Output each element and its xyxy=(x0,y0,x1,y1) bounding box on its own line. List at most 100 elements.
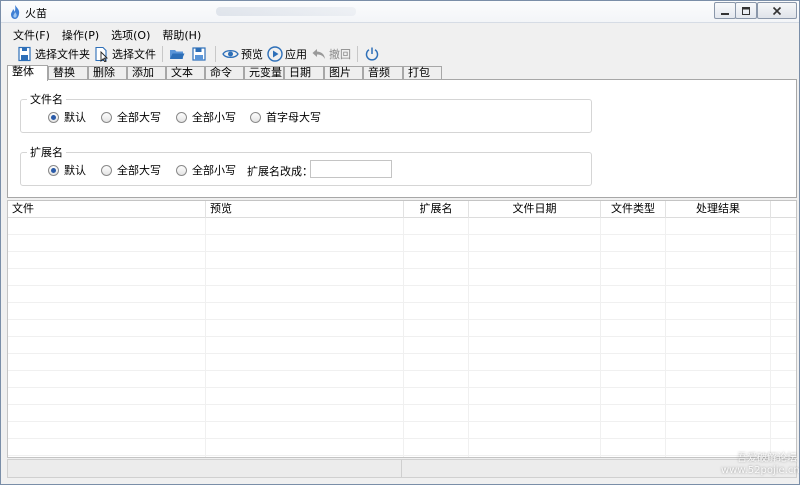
column-header-result[interactable]: 处理结果 xyxy=(666,201,771,218)
power-button[interactable] xyxy=(362,44,384,64)
extension-change-label: 扩展名改成： xyxy=(247,165,313,178)
radio-icon xyxy=(250,111,261,123)
toolbar: 选择文件夹 选择文件 预览 应用 撤回 xyxy=(1,43,799,65)
open-folder-icon xyxy=(170,50,185,59)
column-header-preview[interactable]: 预览 xyxy=(206,201,404,218)
maximize-button[interactable] xyxy=(735,2,757,19)
radio-label: 全部大写 xyxy=(117,164,161,177)
grid-header: 文件 预览 扩展名 文件日期 文件类型 处理结果 xyxy=(8,201,796,218)
save-button[interactable] xyxy=(189,44,211,64)
radio-label: 默认 xyxy=(64,111,86,124)
apply-label: 应用 xyxy=(285,48,307,61)
minimize-icon xyxy=(721,12,729,15)
radio-label: 默认 xyxy=(64,164,86,177)
undo-icon xyxy=(312,49,325,59)
status-segment-left xyxy=(8,460,402,477)
tab-panel-overall: 文件名 默认 全部大写 全部小写 首字母大写 扩展名 默认 全部大写 全部小写 … xyxy=(7,79,797,198)
status-bar xyxy=(7,459,797,478)
select-file-button[interactable]: 选择文件 xyxy=(92,44,158,64)
filename-case-group: 文件名 默认 全部大写 全部小写 首字母大写 xyxy=(20,91,592,133)
preview-button[interactable]: 预览 xyxy=(220,44,265,64)
extension-group-label: 扩展名 xyxy=(27,144,66,160)
save-icon xyxy=(192,47,206,61)
play-icon xyxy=(267,46,283,62)
menu-operation[interactable]: 操作(P) xyxy=(56,25,105,43)
preview-label: 预览 xyxy=(241,48,263,61)
power-icon xyxy=(365,47,379,61)
floppy-folder-icon xyxy=(18,46,31,62)
watermark-line: 吾爱破解论坛 xyxy=(737,453,797,464)
tab-meta-variable[interactable]: 元变量 xyxy=(244,66,284,80)
filename-lowercase-radio[interactable]: 全部小写 xyxy=(176,109,236,125)
column-header-file-type[interactable]: 文件类型 xyxy=(601,201,666,218)
radio-label: 全部大写 xyxy=(117,111,161,124)
main-window: 火苗 文件(F) 操作(P) 选项(O) 帮助(H) 选择文件夹 选择文件 预览… xyxy=(0,0,800,485)
grid-column-divider xyxy=(665,218,666,457)
radio-label: 首字母大写 xyxy=(266,111,321,124)
undo-button[interactable]: 撤回 xyxy=(309,44,353,64)
tab-command[interactable]: 命令 xyxy=(205,66,244,80)
toolbar-separator xyxy=(215,46,216,62)
radio-selected-icon xyxy=(48,164,59,176)
menu-help[interactable]: 帮助(H) xyxy=(156,25,207,43)
select-folder-button[interactable]: 选择文件夹 xyxy=(15,44,92,64)
menu-options[interactable]: 选项(O) xyxy=(105,25,156,43)
tab-pack[interactable]: 打包 xyxy=(403,66,442,80)
radio-label: 全部小写 xyxy=(192,111,236,124)
radio-selected-icon xyxy=(48,111,59,123)
extension-default-radio[interactable]: 默认 xyxy=(48,162,86,178)
column-header-file[interactable]: 文件 xyxy=(8,201,206,218)
title-bar: 火苗 xyxy=(1,1,799,23)
grid-column-divider xyxy=(770,218,771,457)
menu-file[interactable]: 文件(F) xyxy=(7,25,56,43)
select-file-label: 选择文件 xyxy=(112,48,156,61)
toolbar-separator xyxy=(162,46,163,62)
tab-delete[interactable]: 删除 xyxy=(88,66,127,80)
maximize-icon xyxy=(742,6,750,15)
grid-column-divider xyxy=(600,218,601,457)
toolbar-separator xyxy=(357,46,358,62)
tab-overall[interactable]: 整体 xyxy=(7,65,48,81)
radio-icon xyxy=(176,111,187,123)
extension-lowercase-radio[interactable]: 全部小写 xyxy=(176,162,236,178)
column-header-file-date[interactable]: 文件日期 xyxy=(469,201,601,218)
radio-icon xyxy=(101,164,112,176)
tab-text[interactable]: 文本 xyxy=(166,66,205,80)
tab-replace[interactable]: 替换 xyxy=(48,66,88,80)
filename-uppercase-radio[interactable]: 全部大写 xyxy=(101,109,161,125)
extension-uppercase-radio[interactable]: 全部大写 xyxy=(101,162,161,178)
tab-audio[interactable]: 音频 xyxy=(363,66,403,80)
grid-column-divider xyxy=(468,218,469,457)
close-icon xyxy=(772,6,782,15)
watermark: 吾爱破解论坛 www.52pojie.cn xyxy=(721,453,800,479)
extension-change-input[interactable] xyxy=(310,160,392,178)
apply-button[interactable]: 应用 xyxy=(265,44,309,64)
open-button[interactable] xyxy=(167,44,189,64)
file-list-grid[interactable]: 文件 预览 扩展名 文件日期 文件类型 处理结果 xyxy=(7,200,797,458)
close-button[interactable] xyxy=(757,2,797,19)
watermark-line: www.52pojie.cn xyxy=(721,465,800,476)
select-file-icon xyxy=(95,46,109,62)
filename-capitalize-radio[interactable]: 首字母大写 xyxy=(250,109,321,125)
tab-strip: 整体 替换 删除 添加 文本 命令 元变量 日期 图片 音频 打包 xyxy=(7,65,797,81)
flame-icon xyxy=(11,5,20,19)
eye-icon xyxy=(222,49,239,59)
extension-case-group: 扩展名 默认 全部大写 全部小写 扩展名改成： xyxy=(20,144,592,186)
select-folder-label: 选择文件夹 xyxy=(35,48,90,61)
filename-group-label: 文件名 xyxy=(27,91,66,107)
window-title: 火苗 xyxy=(25,7,47,20)
menu-bar: 文件(F) 操作(P) 选项(O) 帮助(H) xyxy=(1,25,799,43)
undo-label: 撤回 xyxy=(329,48,351,61)
tab-add[interactable]: 添加 xyxy=(127,66,166,80)
radio-icon xyxy=(101,111,112,123)
title-blurred-region xyxy=(216,7,356,16)
radio-icon xyxy=(176,164,187,176)
tab-image[interactable]: 图片 xyxy=(324,66,363,80)
grid-column-divider xyxy=(403,218,404,457)
column-header-extension[interactable]: 扩展名 xyxy=(404,201,469,218)
radio-label: 全部小写 xyxy=(192,164,236,177)
minimize-button[interactable] xyxy=(714,2,736,19)
filename-default-radio[interactable]: 默认 xyxy=(48,109,86,125)
grid-column-divider xyxy=(205,218,206,457)
tab-date[interactable]: 日期 xyxy=(284,66,324,80)
